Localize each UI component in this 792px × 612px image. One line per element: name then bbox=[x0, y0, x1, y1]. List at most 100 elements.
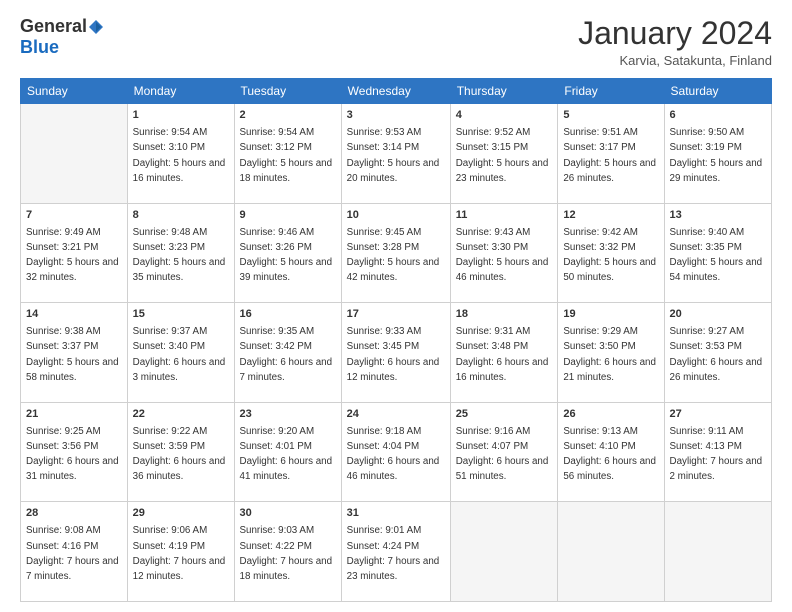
day-number: 22 bbox=[133, 407, 229, 423]
title-block: January 2024 Karvia, Satakunta, Finland bbox=[578, 16, 772, 68]
col-wednesday: Wednesday bbox=[341, 79, 450, 104]
calendar-day: 13Sunrise: 9:40 AMSunset: 3:35 PMDayligh… bbox=[664, 203, 771, 303]
day-number: 10 bbox=[347, 208, 445, 224]
day-info: Sunrise: 9:31 AMSunset: 3:48 PMDaylight:… bbox=[456, 326, 549, 383]
calendar-week-2: 7 Sunrise: 9:49 AMSunset: 3:21 PMDaylight… bbox=[21, 203, 772, 303]
day-number: 23 bbox=[240, 407, 336, 423]
col-sunday: Sunday bbox=[21, 79, 128, 104]
logo: General Blue bbox=[20, 16, 103, 58]
day-info: Sunrise: 9:06 AMSunset: 4:19 PMDaylight:… bbox=[133, 525, 226, 582]
day-info: Sunrise: 9:40 AMSunset: 3:35 PMDaylight:… bbox=[670, 227, 763, 284]
day-info: Sunrise: 9:27 AMSunset: 3:53 PMDaylight:… bbox=[670, 326, 763, 383]
calendar-day: 5 Sunrise: 9:51 AMSunset: 3:17 PMDaylight… bbox=[558, 104, 664, 204]
day-info: Sunrise: 9:01 AMSunset: 4:24 PMDaylight:… bbox=[347, 525, 440, 582]
day-info: Sunrise: 9:50 AMSunset: 3:19 PMDaylight:… bbox=[670, 127, 763, 184]
calendar-day: 7 Sunrise: 9:49 AMSunset: 3:21 PMDaylight… bbox=[21, 203, 128, 303]
calendar-week-3: 14 Sunrise: 9:38 AMSunset: 3:37 PMDayligh… bbox=[21, 303, 772, 403]
day-number: 19 bbox=[563, 307, 658, 323]
calendar-day bbox=[21, 104, 128, 204]
calendar-day: 30 Sunrise: 9:03 AMSunset: 4:22 PMDayligh… bbox=[234, 502, 341, 602]
calendar-day: 27 Sunrise: 9:11 AMSunset: 4:13 PMDayligh… bbox=[664, 402, 771, 502]
day-info: Sunrise: 9:16 AMSunset: 4:07 PMDaylight:… bbox=[456, 426, 549, 483]
calendar-week-5: 28Sunrise: 9:08 AMSunset: 4:16 PMDayligh… bbox=[21, 502, 772, 602]
calendar-day: 18Sunrise: 9:31 AMSunset: 3:48 PMDayligh… bbox=[450, 303, 558, 403]
day-info: Sunrise: 9:37 AMSunset: 3:40 PMDaylight:… bbox=[133, 326, 226, 383]
day-info: Sunrise: 9:03 AMSunset: 4:22 PMDaylight:… bbox=[240, 525, 333, 582]
col-monday: Monday bbox=[127, 79, 234, 104]
day-info: Sunrise: 9:11 AMSunset: 4:13 PMDaylight:… bbox=[670, 426, 763, 483]
calendar-day: 9 Sunrise: 9:46 AMSunset: 3:26 PMDaylight… bbox=[234, 203, 341, 303]
day-info: Sunrise: 9:43 AMSunset: 3:30 PMDaylight:… bbox=[456, 227, 549, 284]
day-number: 16 bbox=[240, 307, 336, 323]
day-number: 7 bbox=[26, 208, 122, 224]
calendar-day: 2Sunrise: 9:54 AMSunset: 3:12 PMDaylight… bbox=[234, 104, 341, 204]
calendar-table: Sunday Monday Tuesday Wednesday Thursday… bbox=[20, 78, 772, 602]
day-number: 8 bbox=[133, 208, 229, 224]
col-thursday: Thursday bbox=[450, 79, 558, 104]
calendar-day: 3Sunrise: 9:53 AMSunset: 3:14 PMDaylight… bbox=[341, 104, 450, 204]
day-number: 21 bbox=[26, 407, 122, 423]
logo-general-text: General bbox=[20, 16, 87, 37]
calendar-day: 23Sunrise: 9:20 AMSunset: 4:01 PMDayligh… bbox=[234, 402, 341, 502]
calendar-day: 15 Sunrise: 9:37 AMSunset: 3:40 PMDayligh… bbox=[127, 303, 234, 403]
day-info: Sunrise: 9:08 AMSunset: 4:16 PMDaylight:… bbox=[26, 525, 119, 582]
location: Karvia, Satakunta, Finland bbox=[578, 53, 772, 68]
day-number: 11 bbox=[456, 208, 553, 224]
day-number: 24 bbox=[347, 407, 445, 423]
day-info: Sunrise: 9:46 AMSunset: 3:26 PMDaylight:… bbox=[240, 227, 333, 284]
calendar-week-1: 1 Sunrise: 9:54 AMSunset: 3:10 PMDaylight… bbox=[21, 104, 772, 204]
calendar-day: 19Sunrise: 9:29 AMSunset: 3:50 PMDayligh… bbox=[558, 303, 664, 403]
day-info: Sunrise: 9:51 AMSunset: 3:17 PMDaylight:… bbox=[563, 127, 656, 184]
calendar-day: 6 Sunrise: 9:50 AMSunset: 3:19 PMDaylight… bbox=[664, 104, 771, 204]
calendar-day: 16 Sunrise: 9:35 AMSunset: 3:42 PMDayligh… bbox=[234, 303, 341, 403]
day-info: Sunrise: 9:33 AMSunset: 3:45 PMDaylight:… bbox=[347, 326, 440, 383]
day-info: Sunrise: 9:35 AMSunset: 3:42 PMDaylight:… bbox=[240, 326, 333, 383]
day-number: 5 bbox=[563, 108, 658, 124]
calendar-day: 21 Sunrise: 9:25 AMSunset: 3:56 PMDayligh… bbox=[21, 402, 128, 502]
calendar-day bbox=[558, 502, 664, 602]
day-info: Sunrise: 9:38 AMSunset: 3:37 PMDaylight:… bbox=[26, 326, 119, 383]
day-number: 30 bbox=[240, 506, 336, 522]
day-number: 6 bbox=[670, 108, 766, 124]
day-info: Sunrise: 9:45 AMSunset: 3:28 PMDaylight:… bbox=[347, 227, 440, 284]
day-number: 25 bbox=[456, 407, 553, 423]
col-saturday: Saturday bbox=[664, 79, 771, 104]
day-number: 9 bbox=[240, 208, 336, 224]
calendar-day: 14 Sunrise: 9:38 AMSunset: 3:37 PMDayligh… bbox=[21, 303, 128, 403]
day-info: Sunrise: 9:52 AMSunset: 3:15 PMDaylight:… bbox=[456, 127, 549, 184]
col-friday: Friday bbox=[558, 79, 664, 104]
day-info: Sunrise: 9:54 AMSunset: 3:10 PMDaylight:… bbox=[133, 127, 226, 184]
day-info: Sunrise: 9:53 AMSunset: 3:14 PMDaylight:… bbox=[347, 127, 440, 184]
day-number: 4 bbox=[456, 108, 553, 124]
day-info: Sunrise: 9:42 AMSunset: 3:32 PMDaylight:… bbox=[563, 227, 656, 284]
day-number: 26 bbox=[563, 407, 658, 423]
logo-icon bbox=[89, 20, 103, 34]
calendar-day: 24 Sunrise: 9:18 AMSunset: 4:04 PMDayligh… bbox=[341, 402, 450, 502]
calendar-day: 10 Sunrise: 9:45 AMSunset: 3:28 PMDayligh… bbox=[341, 203, 450, 303]
day-number: 17 bbox=[347, 307, 445, 323]
day-number: 2 bbox=[240, 108, 336, 124]
day-number: 31 bbox=[347, 506, 445, 522]
day-info: Sunrise: 9:25 AMSunset: 3:56 PMDaylight:… bbox=[26, 426, 119, 483]
day-info: Sunrise: 9:22 AMSunset: 3:59 PMDaylight:… bbox=[133, 426, 226, 483]
calendar-week-4: 21 Sunrise: 9:25 AMSunset: 3:56 PMDayligh… bbox=[21, 402, 772, 502]
day-number: 1 bbox=[133, 108, 229, 124]
calendar-day: 11 Sunrise: 9:43 AMSunset: 3:30 PMDayligh… bbox=[450, 203, 558, 303]
calendar-day: 22 Sunrise: 9:22 AMSunset: 3:59 PMDayligh… bbox=[127, 402, 234, 502]
calendar-day: 12 Sunrise: 9:42 AMSunset: 3:32 PMDayligh… bbox=[558, 203, 664, 303]
day-info: Sunrise: 9:49 AMSunset: 3:21 PMDaylight:… bbox=[26, 227, 119, 284]
header-row: Sunday Monday Tuesday Wednesday Thursday… bbox=[21, 79, 772, 104]
day-number: 14 bbox=[26, 307, 122, 323]
day-number: 27 bbox=[670, 407, 766, 423]
calendar-day: 8Sunrise: 9:48 AMSunset: 3:23 PMDaylight… bbox=[127, 203, 234, 303]
col-tuesday: Tuesday bbox=[234, 79, 341, 104]
calendar-day bbox=[664, 502, 771, 602]
calendar-day: 26Sunrise: 9:13 AMSunset: 4:10 PMDayligh… bbox=[558, 402, 664, 502]
day-number: 29 bbox=[133, 506, 229, 522]
day-info: Sunrise: 9:18 AMSunset: 4:04 PMDaylight:… bbox=[347, 426, 440, 483]
page: General Blue January 2024 Karvia, Sataku… bbox=[0, 0, 792, 612]
calendar-day: 4 Sunrise: 9:52 AMSunset: 3:15 PMDaylight… bbox=[450, 104, 558, 204]
day-number: 15 bbox=[133, 307, 229, 323]
calendar-day: 20Sunrise: 9:27 AMSunset: 3:53 PMDayligh… bbox=[664, 303, 771, 403]
day-number: 12 bbox=[563, 208, 658, 224]
